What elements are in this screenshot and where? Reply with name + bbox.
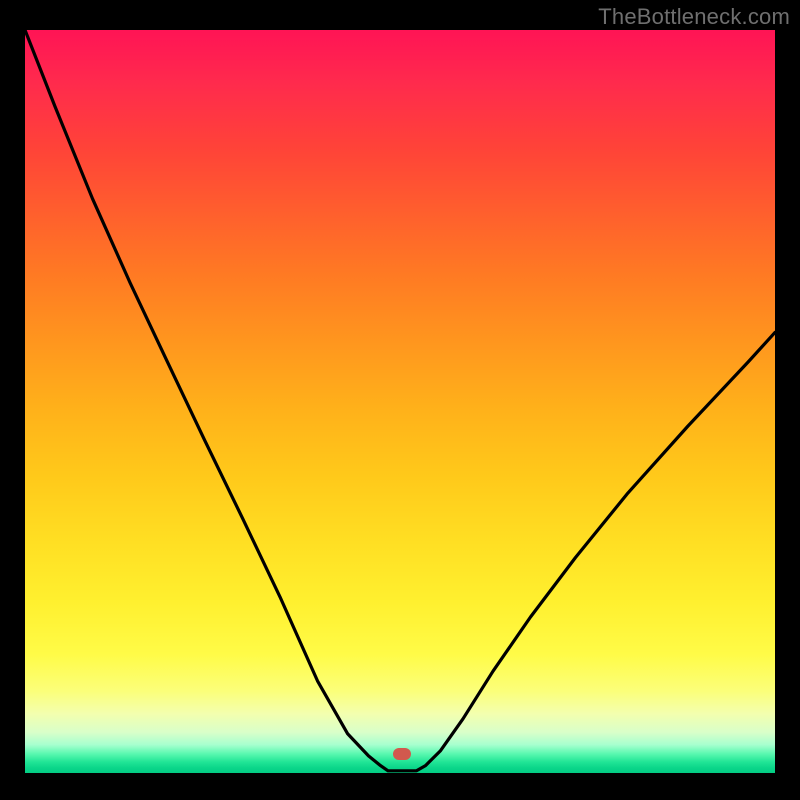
bottleneck-curve — [25, 30, 775, 771]
chart-frame: TheBottleneck.com — [0, 0, 800, 800]
current-point-marker — [393, 748, 411, 760]
watermark-text: TheBottleneck.com — [598, 4, 790, 30]
plot-area — [25, 30, 775, 773]
curve-layer — [25, 30, 775, 773]
